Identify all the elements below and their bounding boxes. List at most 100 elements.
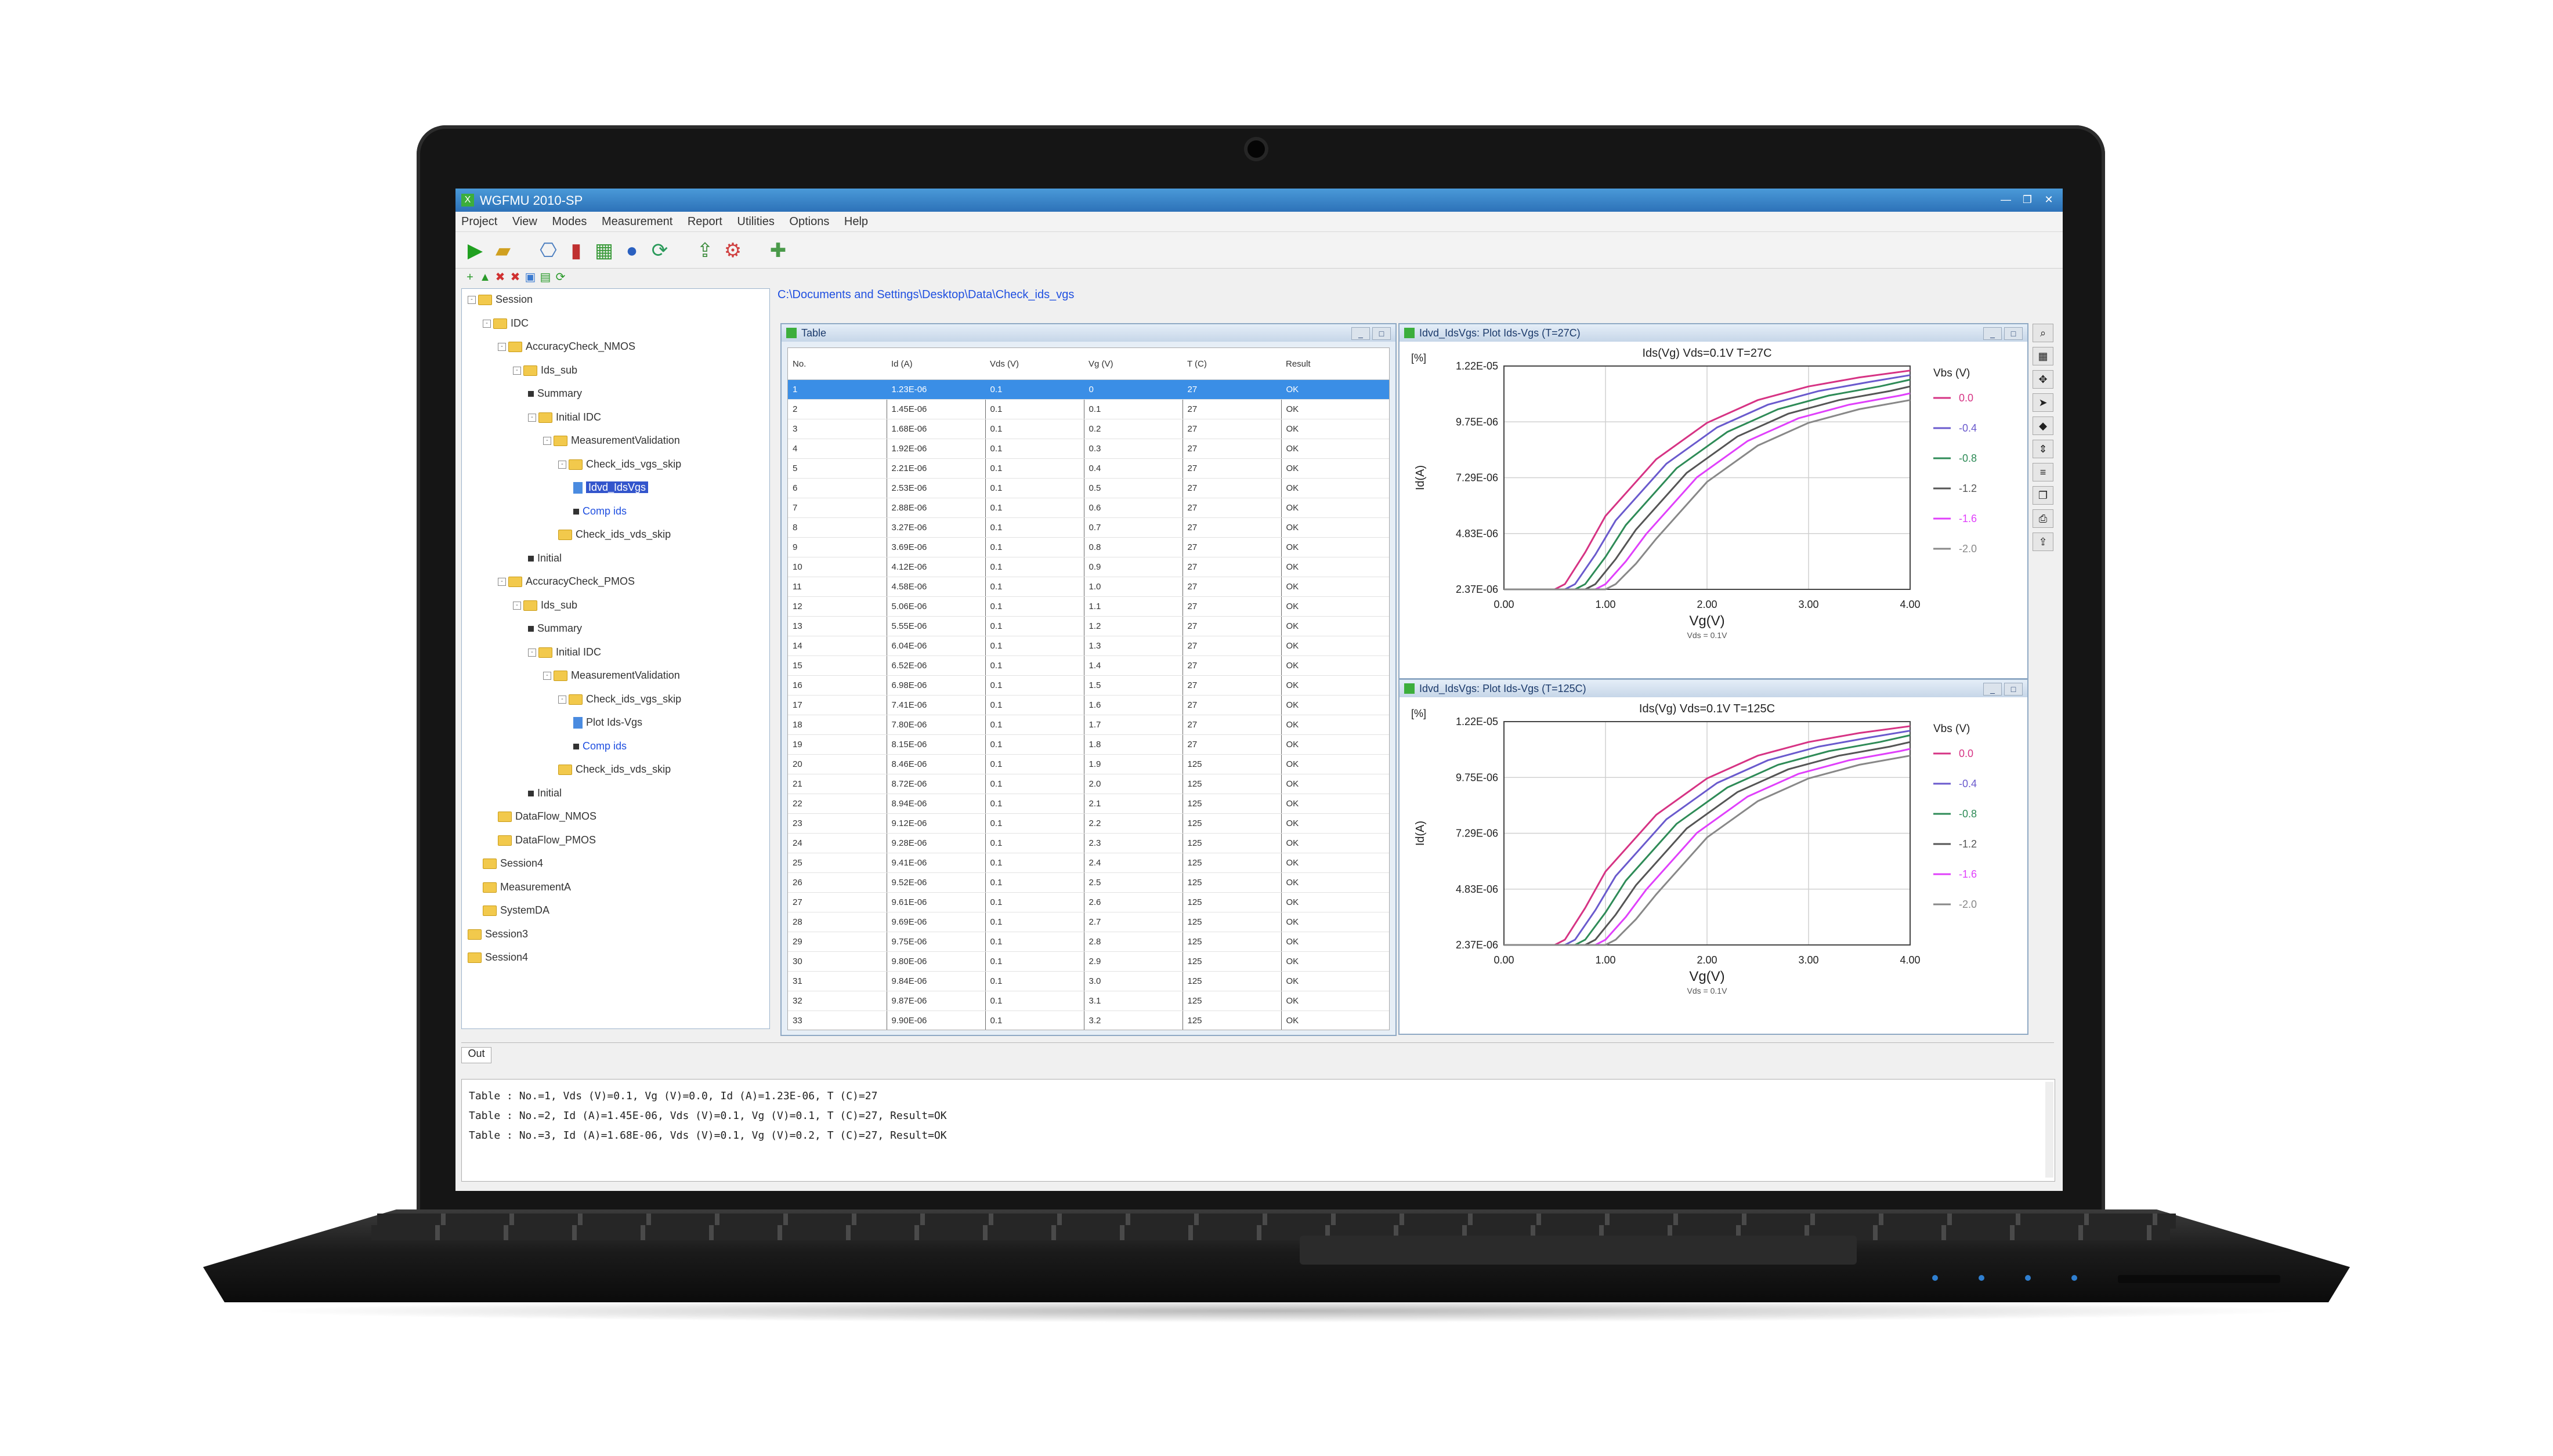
copy-icon[interactable]: ✖: [509, 271, 522, 284]
tree-node[interactable]: Initial: [528, 787, 562, 805]
tree-node[interactable]: Idvd_IdsVgs: [573, 481, 649, 499]
table-row[interactable]: 32 9.87E-06 0.1 3.1 125 OK: [788, 991, 1389, 1011]
table-row[interactable]: 15 6.52E-06 0.1 1.4 27 OK: [788, 655, 1389, 676]
table-row[interactable]: 23 9.12E-06 0.1 2.2 125 OK: [788, 813, 1389, 834]
menu-project[interactable]: Project: [455, 212, 503, 232]
tree-node[interactable]: - Check_ids_vgs_skip: [558, 693, 681, 711]
menu-report[interactable]: Report: [682, 212, 728, 232]
tree-expander-icon[interactable]: -: [528, 413, 536, 422]
menu-help[interactable]: Help: [838, 212, 874, 232]
tree-node[interactable]: - Initial IDC: [528, 646, 601, 664]
tree-node[interactable]: DataFlow_PMOS: [498, 834, 596, 852]
folder-open-icon[interactable]: ▰: [491, 239, 515, 262]
tree-node[interactable]: - Initial IDC: [528, 411, 601, 429]
run-icon[interactable]: ▶: [464, 239, 487, 262]
tree-expander-icon[interactable]: -: [513, 366, 521, 375]
print-icon[interactable]: ⎙: [2033, 509, 2053, 528]
table-row[interactable]: 30 9.80E-06 0.1 2.9 125 OK: [788, 951, 1389, 972]
settings-icon[interactable]: ⚙: [721, 239, 744, 262]
table-row[interactable]: 24 9.28E-06 0.1 2.3 125 OK: [788, 833, 1389, 853]
menu-measurement[interactable]: Measurement: [596, 212, 678, 232]
table-row[interactable]: 17 7.41E-06 0.1 1.6 27 OK: [788, 695, 1389, 715]
export-icon[interactable]: ⇪: [693, 239, 717, 262]
tree-expander-icon[interactable]: -: [498, 578, 506, 586]
table-row[interactable]: 19 8.15E-06 0.1 1.8 27 OK: [788, 734, 1389, 755]
column-header[interactable]: T (C): [1183, 348, 1281, 380]
table-row[interactable]: 2 1.45E-06 0.1 0.1 27 OK: [788, 399, 1389, 419]
table-row[interactable]: 12 5.06E-06 0.1 1.1 27 OK: [788, 596, 1389, 617]
bar-chart-icon[interactable]: ▮: [565, 239, 588, 262]
column-header[interactable]: Result: [1281, 348, 1389, 380]
table-row[interactable]: 20 8.46E-06 0.1 1.9 125 OK: [788, 754, 1389, 774]
tree-node[interactable]: - Session: [468, 294, 533, 311]
window-titlebar[interactable]: X WGFMU 2010-SP — ❐ ✕: [455, 189, 2063, 212]
zoom-icon[interactable]: ⌕: [2033, 324, 2053, 342]
tree-node[interactable]: Comp ids: [573, 740, 627, 758]
table-row[interactable]: 16 6.98E-06 0.1 1.5 27 OK: [788, 675, 1389, 696]
refresh-icon[interactable]: ⟳: [554, 271, 567, 284]
export-icon[interactable]: ⇪: [2033, 533, 2053, 551]
info-icon[interactable]: ●: [620, 239, 643, 262]
table-row[interactable]: 3 1.68E-06 0.1 0.2 27 OK: [788, 419, 1389, 439]
grid-icon[interactable]: ▦: [2033, 347, 2053, 365]
table-row[interactable]: 21 8.72E-06 0.1 2.0 125 OK: [788, 774, 1389, 794]
console-tab[interactable]: Out: [461, 1047, 491, 1063]
menu-modes[interactable]: Modes: [546, 212, 592, 232]
menu-options[interactable]: Options: [783, 212, 835, 232]
tree-node[interactable]: Check_ids_vds_skip: [558, 528, 671, 546]
tree-node[interactable]: Session3: [468, 928, 528, 946]
ids-vgs-chart[interactable]: Ids(Vg) Vds=0.1V T=27C [%] 0.00 1.00 2.00 3.0…: [1400, 342, 2025, 676]
table-row[interactable]: 11 4.58E-06 0.1 1.0 27 OK: [788, 577, 1389, 597]
cursor-icon[interactable]: ➤: [2033, 393, 2053, 412]
tree-expander-icon[interactable]: -: [483, 319, 491, 328]
tree-node[interactable]: - MeasurementValidation: [543, 434, 680, 452]
tree-node[interactable]: - AccuracyCheck_NMOS: [498, 341, 635, 358]
paste-icon[interactable]: ▣: [524, 271, 537, 284]
table-row[interactable]: 10 4.12E-06 0.1 0.9 27 OK: [788, 557, 1389, 577]
table-row[interactable]: 4 1.92E-06 0.1 0.3 27 OK: [788, 439, 1389, 459]
tree-node[interactable]: Session4: [468, 951, 528, 969]
menu-utilities[interactable]: Utilities: [731, 212, 780, 232]
tree-node[interactable]: - Ids_sub: [513, 364, 577, 382]
refresh-icon[interactable]: ⟳: [648, 239, 671, 262]
chart-window-titlebar[interactable]: Idvd_IdsVgs: Plot Ids-Vgs (T=27C) _ □: [1400, 324, 2027, 342]
table-row[interactable]: 26 9.52E-06 0.1 2.5 125 OK: [788, 872, 1389, 893]
tree-expander-icon[interactable]: -: [528, 648, 536, 657]
column-header[interactable]: Vg (V): [1084, 348, 1183, 380]
table-row[interactable]: 31 9.84E-06 0.1 3.0 125 OK: [788, 971, 1389, 991]
tree-node[interactable]: Summary: [528, 387, 582, 405]
copy-icon[interactable]: ❐: [2033, 486, 2053, 505]
table-row[interactable]: 29 9.75E-06 0.1 2.8 125 OK: [788, 932, 1389, 952]
minimize-button[interactable]: —: [1996, 192, 2016, 207]
tree-expander-icon[interactable]: -: [468, 296, 476, 305]
tree-node[interactable]: - MeasurementValidation: [543, 669, 680, 687]
delete-icon[interactable]: ✖: [494, 271, 507, 284]
tree-expander-icon[interactable]: -: [543, 437, 551, 446]
tree-node[interactable]: Summary: [528, 622, 582, 640]
tree-node[interactable]: Initial: [528, 552, 562, 570]
maximize-button[interactable]: ❐: [2017, 192, 2037, 207]
table-row[interactable]: 7 2.88E-06 0.1 0.6 27 OK: [788, 498, 1389, 518]
add-icon[interactable]: +: [464, 271, 476, 284]
chart-window-titlebar[interactable]: Idvd_IdsVgs: Plot Ids-Vgs (T=125C) _ □: [1400, 680, 2027, 697]
maximize-button[interactable]: □: [2004, 327, 2023, 340]
menu-view[interactable]: View: [507, 212, 543, 232]
tree-node[interactable]: - AccuracyCheck_PMOS: [498, 575, 635, 593]
tree-node[interactable]: DataFlow_NMOS: [498, 810, 596, 828]
minimize-button[interactable]: _: [1983, 683, 2002, 696]
up-icon[interactable]: ▲: [479, 271, 491, 284]
tree-node[interactable]: Comp ids: [573, 505, 627, 523]
column-header[interactable]: Vds (V): [985, 348, 1084, 380]
tree-expander-icon[interactable]: -: [513, 601, 521, 610]
chart-add-icon[interactable]: ▦: [592, 239, 616, 262]
connect-icon[interactable]: ⎔: [537, 239, 560, 262]
pan-icon[interactable]: ✥: [2033, 370, 2053, 389]
table-row[interactable]: 6 2.53E-06 0.1 0.5 27 OK: [788, 478, 1389, 498]
table-row[interactable]: 27 9.61E-06 0.1 2.6 125 OK: [788, 892, 1389, 912]
tree-expander-icon[interactable]: -: [498, 343, 506, 352]
tree-expander-icon[interactable]: -: [558, 695, 566, 704]
table-row[interactable]: 33 9.90E-06 0.1 3.2 125 OK: [788, 1010, 1389, 1030]
maximize-button[interactable]: □: [2004, 683, 2023, 696]
tree-node[interactable]: - Check_ids_vgs_skip: [558, 458, 681, 476]
table-window-titlebar[interactable]: Table _ □: [782, 324, 1395, 342]
